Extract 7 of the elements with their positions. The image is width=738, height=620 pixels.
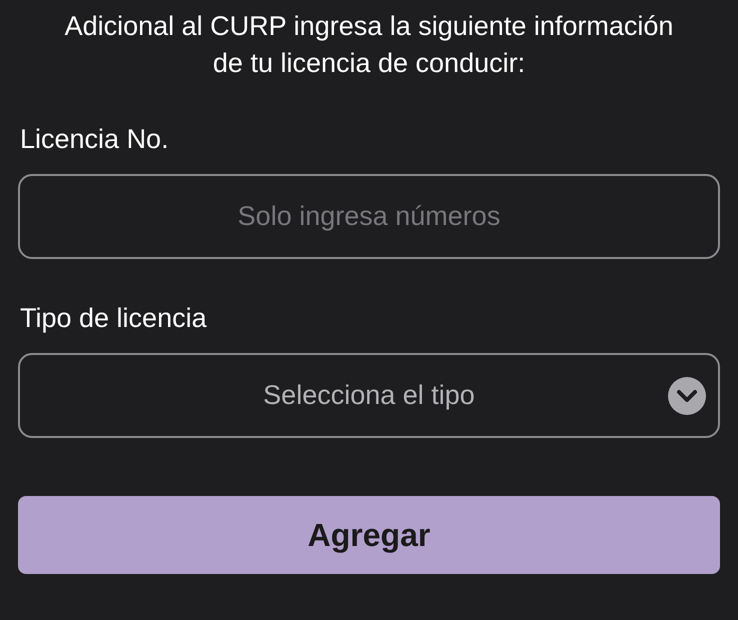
- input-field[interactable]: Solo ingresa números: [18, 174, 720, 259]
- add-button[interactable]: Agregar: [18, 496, 720, 574]
- dropdown-field[interactable]: Selecciona el tipo: [18, 353, 720, 438]
- field-label: Licencia No.: [20, 123, 169, 156]
- chevron-down-icon: [668, 376, 706, 414]
- instructions-text: Adicional al CURP ingresa la siguiente información de tu licencia de conducir:: [64, 10, 674, 80]
- field-label: Tipo de licencia: [20, 302, 207, 335]
